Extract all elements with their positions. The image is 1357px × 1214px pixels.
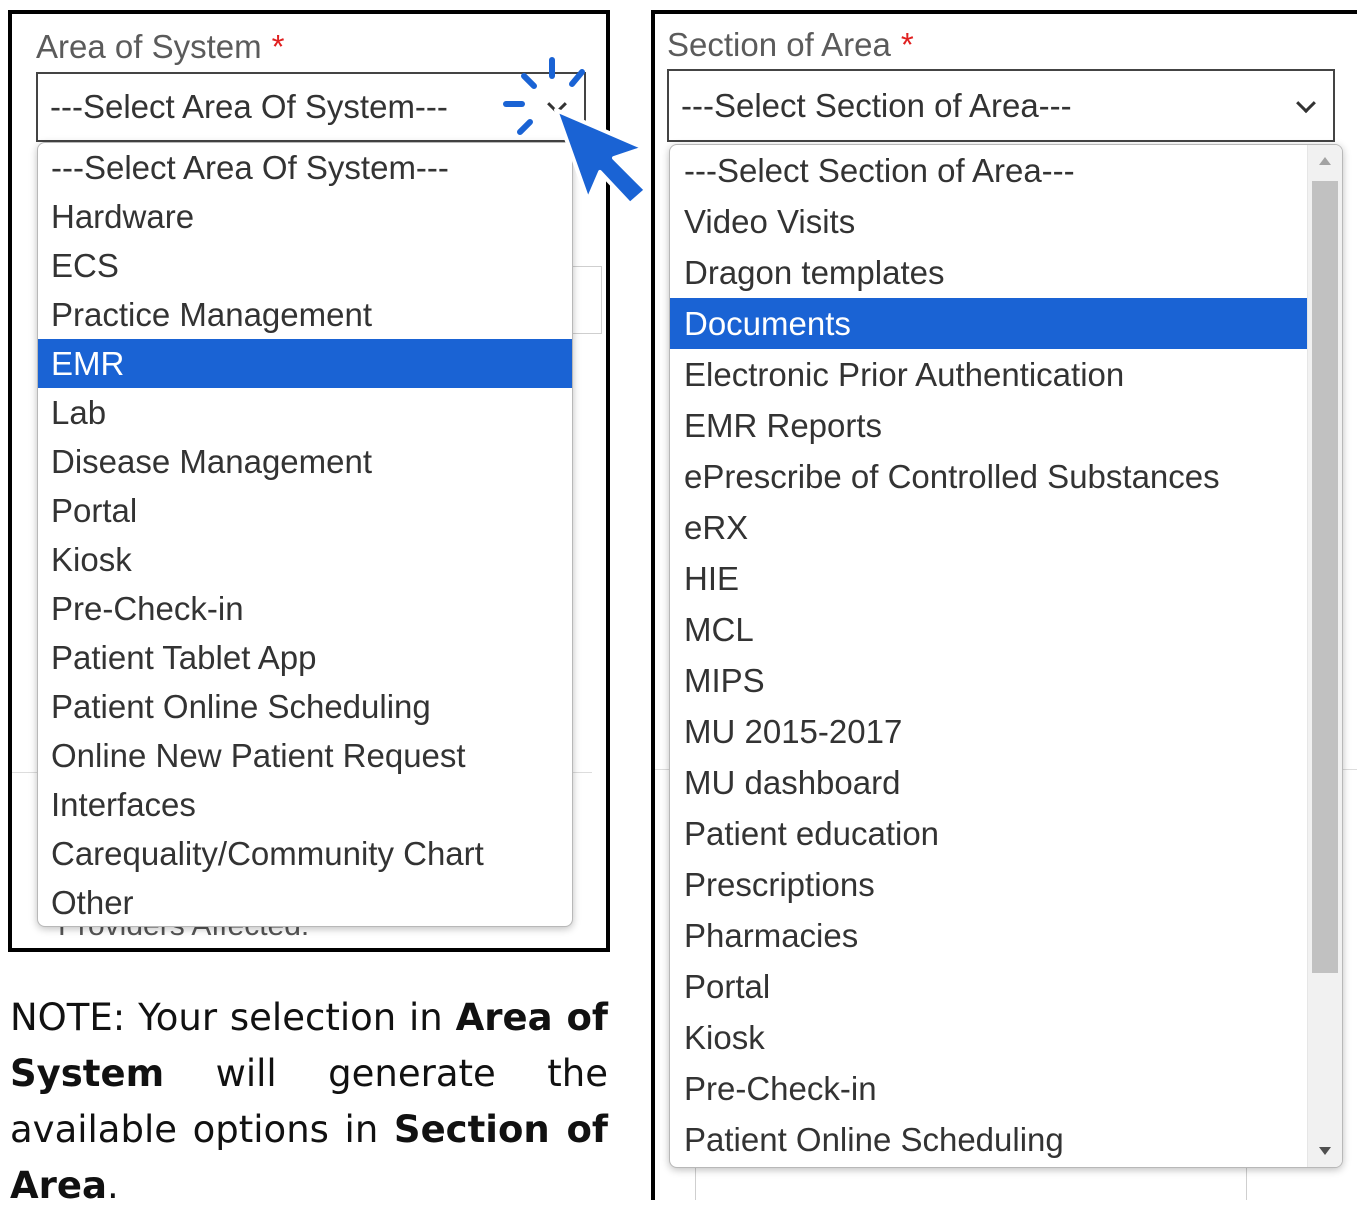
area-of-system-option[interactable]: Carequality/Community Chart — [38, 829, 572, 878]
background-field — [695, 1164, 1247, 1200]
scroll-up-arrow-icon[interactable] — [1319, 157, 1331, 165]
section-of-area-options: ---Select Section of Area--- Video Visits… — [670, 145, 1308, 1165]
note-prefix: NOTE: Your selection in — [10, 996, 456, 1039]
area-of-system-options-list[interactable]: ---Select Area Of System--- Hardware ECS Pr… — [37, 142, 573, 927]
area-of-system-option[interactable]: Kiosk — [38, 535, 572, 584]
section-of-area-option[interactable]: ---Select Section of Area--- — [670, 145, 1308, 196]
section-of-area-option[interactable]: ePrescribe of Controlled Substances — [670, 451, 1308, 502]
area-of-system-option[interactable]: Patient Online Scheduling — [38, 682, 572, 731]
section-of-area-option[interactable]: Documents — [670, 298, 1308, 349]
area-of-system-option[interactable]: ---Select Area Of System--- — [38, 143, 572, 192]
area-of-system-selected-value: ---Select Area Of System--- — [50, 88, 448, 125]
section-of-area-option[interactable]: Electronic Prior Authentication — [670, 349, 1308, 400]
area-of-system-option[interactable]: Patient Tablet App — [38, 633, 572, 682]
section-of-area-option[interactable]: Dragon templates — [670, 247, 1308, 298]
section-of-area-selected-value: ---Select Section of Area--- — [681, 86, 1072, 124]
section-of-area-option[interactable]: eRX — [670, 502, 1308, 553]
scroll-thumb[interactable] — [1312, 181, 1338, 973]
section-of-area-option[interactable]: MU 2015-2017 — [670, 706, 1308, 757]
required-marker: * — [271, 28, 285, 65]
section-of-area-option[interactable]: MU dashboard — [670, 757, 1308, 808]
section-of-area-option[interactable]: Prescriptions — [670, 859, 1308, 910]
section-of-area-panel: Section of Area * ---Select Section of Ar… — [651, 10, 1357, 1200]
area-of-system-option[interactable]: Hardware — [38, 192, 572, 241]
area-of-system-option[interactable]: ECS — [38, 241, 572, 290]
area-of-system-label: Area of System * — [36, 28, 284, 66]
section-of-area-select[interactable]: ---Select Section of Area--- — [667, 69, 1335, 142]
section-of-area-option[interactable]: HIE — [670, 553, 1308, 604]
area-of-system-option[interactable]: EMR — [38, 339, 572, 388]
area-of-system-option[interactable]: Online New Patient Request — [38, 731, 572, 780]
section-of-area-option[interactable]: MIPS — [670, 655, 1308, 706]
note-text: NOTE: Your selection in Area of System w… — [10, 990, 608, 1214]
section-of-area-option[interactable]: Pre-Check-in — [670, 1063, 1308, 1114]
dropdown-scrollbar[interactable] — [1307, 145, 1342, 1167]
section-of-area-option[interactable]: Kiosk — [670, 1012, 1308, 1063]
area-of-system-option[interactable]: Disease Management — [38, 437, 572, 486]
section-of-area-options-list[interactable]: ---Select Section of Area--- Video Visits… — [669, 144, 1343, 1168]
section-of-area-option[interactable]: Video Visits — [670, 196, 1308, 247]
area-of-system-option[interactable]: Lab — [38, 388, 572, 437]
section-of-area-option[interactable]: Patient Online Scheduling — [670, 1114, 1308, 1165]
section-of-area-option[interactable]: Pharmacies — [670, 910, 1308, 961]
area-of-system-option[interactable]: Practice Management — [38, 290, 572, 339]
section-of-area-label: Section of Area * — [667, 26, 914, 64]
scroll-down-arrow-icon[interactable] — [1319, 1147, 1331, 1155]
area-of-system-option[interactable]: Pre-Check-in — [38, 584, 572, 633]
area-of-system-option[interactable]: Interfaces — [38, 780, 572, 829]
section-of-area-option[interactable]: MCL — [670, 604, 1308, 655]
section-of-area-option[interactable]: Patient education — [670, 808, 1308, 859]
note-suffix: . — [106, 1164, 119, 1207]
area-of-system-label-text: Area of System — [36, 28, 262, 65]
area-of-system-option[interactable]: Other — [38, 878, 572, 926]
area-of-system-option[interactable]: Portal — [38, 486, 572, 535]
pointer-arrow-icon — [503, 57, 648, 206]
chevron-down-icon — [1296, 92, 1316, 113]
section-of-area-option[interactable]: EMR Reports — [670, 400, 1308, 451]
section-of-area-label-text: Section of Area — [667, 26, 891, 63]
section-of-area-option[interactable]: Portal — [670, 961, 1308, 1012]
required-marker: * — [900, 26, 914, 63]
